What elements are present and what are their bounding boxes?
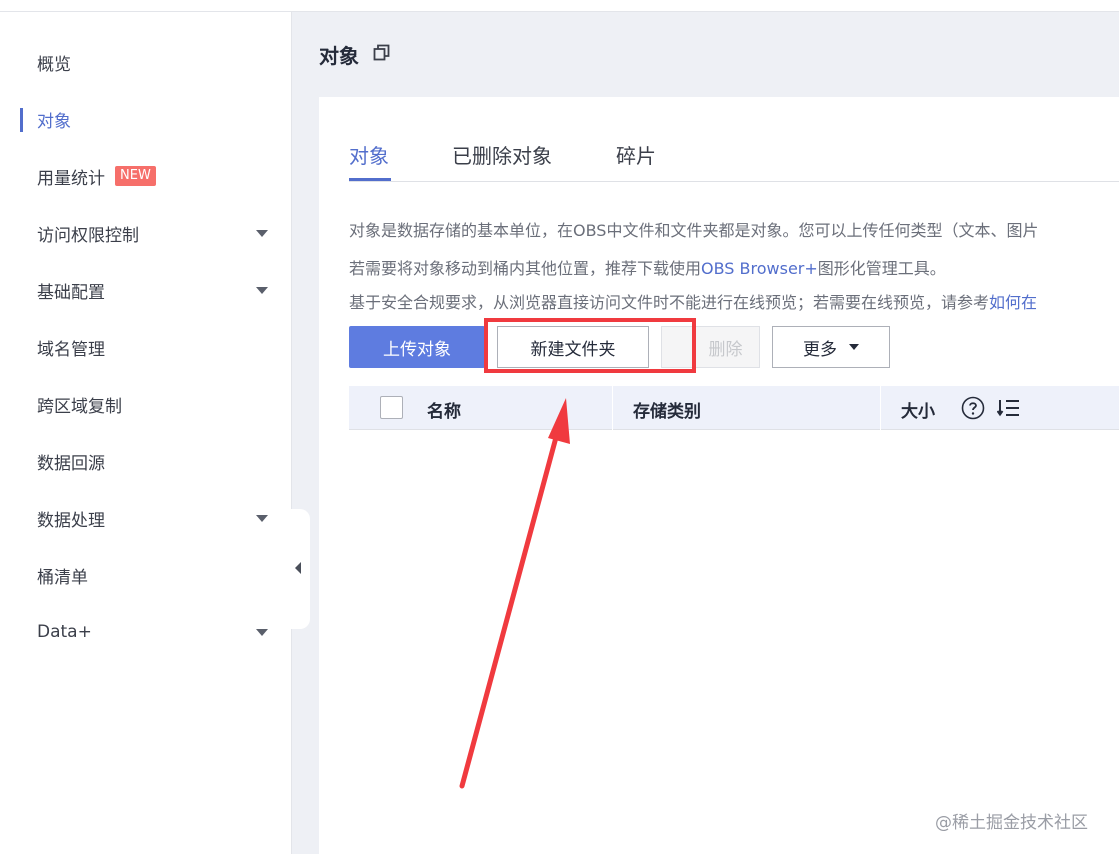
caret-down-icon (256, 287, 268, 294)
sidebar-item-data-processing[interactable]: 数据处理 (0, 498, 292, 538)
active-indicator (20, 108, 23, 132)
sidebar-item-objects[interactable]: 对象 (0, 99, 292, 139)
page-title: 对象 (319, 44, 359, 68)
column-header-size[interactable]: 大小 (901, 397, 935, 422)
column-divider (612, 386, 613, 430)
sidebar-item-label: 数据回源 (37, 453, 105, 474)
sidebar-item-overview[interactable]: 概览 (0, 42, 292, 82)
sidebar-item-usage-stats[interactable]: 用量统计 NEW (0, 156, 292, 196)
highlight-box (484, 318, 696, 373)
select-all-checkbox[interactable] (380, 396, 403, 419)
sidebar-item-basic-config[interactable]: 基础配置 (0, 270, 292, 310)
caret-down-icon (256, 230, 268, 237)
sidebar-item-bucket-inventory[interactable]: 桶清单 (0, 555, 292, 595)
tab-deleted-objects[interactable]: 已删除对象 (452, 140, 552, 169)
help-circle-icon[interactable] (961, 396, 985, 420)
main-panel (319, 97, 1119, 854)
sort-icon[interactable] (997, 398, 1021, 418)
watermark: @稀土掘金技术社区 (935, 813, 1088, 833)
copy-icon[interactable] (373, 44, 390, 61)
sidebar-item-domain-management[interactable]: 域名管理 (0, 327, 292, 367)
sidebar-item-label: 访问权限控制 (37, 225, 139, 246)
tab-fragments[interactable]: 碎片 (616, 140, 656, 169)
column-header-name[interactable]: 名称 (427, 397, 461, 422)
top-strip (0, 0, 1119, 12)
chevron-down-icon (849, 344, 859, 350)
sidebar-item-label: 桶清单 (37, 567, 88, 588)
sidebar-item-label: 概览 (37, 54, 71, 75)
how-to-preview-link[interactable]: 如何在 (989, 293, 1037, 312)
description-line-3: 基于安全合规要求，从浏览器直接访问文件时不能进行在线预览；若需要在线预览，请参考… (349, 289, 1037, 313)
sidebar-item-cross-region-replication[interactable]: 跨区域复制 (0, 384, 292, 424)
description-line-1: 对象是数据存储的基本单位，在OBS中文件和文件夹都是对象。您可以上传任何类型（文… (349, 221, 1039, 240)
more-button-label: 更多 (803, 339, 837, 360)
description-line-2: 若需要将对象移动到桶内其他位置，推荐下载使用OBS Browser+图形化管理工… (349, 255, 946, 279)
column-divider (880, 386, 881, 430)
sidebar-item-label: 基础配置 (37, 282, 105, 303)
tab-objects[interactable]: 对象 (349, 140, 389, 169)
sidebar-item-label: Data+ (37, 622, 92, 642)
sidebar-item-label: 跨区域复制 (37, 396, 122, 417)
upload-object-button[interactable]: 上传对象 (349, 326, 485, 368)
sidebar-collapse-toggle[interactable] (287, 509, 310, 629)
sidebar-item-data-plus[interactable]: Data+ (0, 612, 292, 652)
tabs-divider (349, 181, 1119, 182)
sidebar: 概览 对象 用量统计 NEW 访问权限控制 基础配置 域名管理 跨区域复制 数据… (0, 12, 292, 854)
sidebar-item-label: 数据处理 (37, 510, 105, 531)
obs-browser-link[interactable]: OBS Browser+ (701, 259, 818, 278)
sidebar-item-access-control[interactable]: 访问权限控制 (0, 213, 292, 253)
description-text: 基于安全合规要求，从浏览器直接访问文件时不能进行在线预览；若需要在线预览，请参考 (349, 293, 990, 312)
caret-down-icon (256, 515, 268, 522)
caret-down-icon (256, 629, 268, 636)
more-dropdown-button[interactable]: 更多 (772, 326, 890, 368)
column-header-storage-class[interactable]: 存储类别 (633, 397, 701, 422)
new-badge: NEW (115, 166, 156, 186)
sidebar-item-label: 对象 (37, 111, 71, 132)
delete-button-label: 删除 (708, 339, 743, 360)
description-text: 若需要将对象移动到桶内其他位置，推荐下载使用 (349, 259, 702, 278)
sidebar-item-label: 域名管理 (37, 339, 105, 360)
sidebar-item-data-back-to-source[interactable]: 数据回源 (0, 441, 292, 481)
chevron-left-icon (295, 562, 301, 574)
sidebar-item-label: 用量统计 (37, 168, 105, 189)
description-text: 图形化管理工具。 (817, 259, 946, 278)
